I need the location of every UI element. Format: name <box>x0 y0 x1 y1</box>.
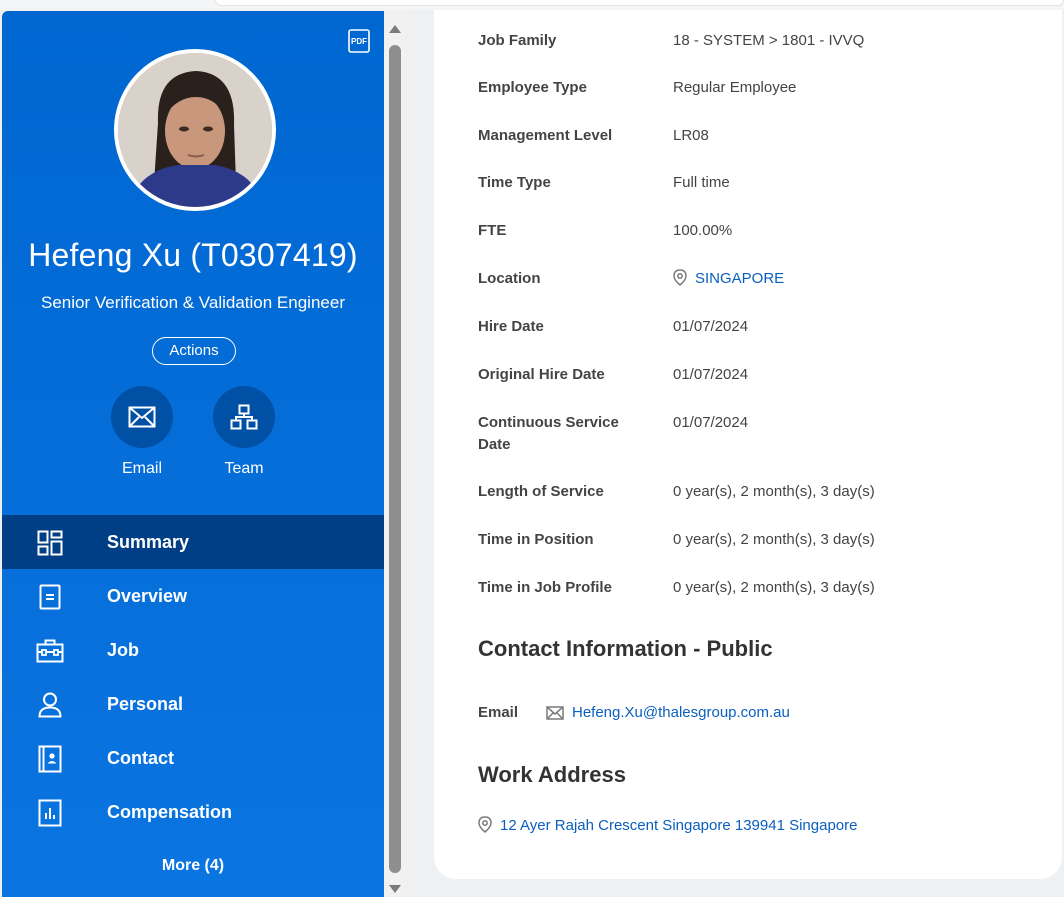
detail-value: 01/07/2024 <box>673 318 749 335</box>
map-pin-icon <box>673 269 687 286</box>
detail-label: Location <box>478 270 541 287</box>
email-label: Email <box>121 460 162 477</box>
detail-label: Length of Service <box>478 483 604 500</box>
contact-info-heading: Contact Information - Public <box>478 636 773 661</box>
nav-item-overview[interactable]: Overview <box>2 569 384 623</box>
nav-label-overview: Overview <box>107 586 188 606</box>
detail-value: 0 year(s), 2 month(s), 3 day(s) <box>673 483 875 500</box>
email-quick-action[interactable]: Email <box>102 386 182 478</box>
detail-label: Continuous Service Date <box>478 414 619 453</box>
detail-label: Hire Date <box>478 318 544 335</box>
map-pin-icon <box>478 816 492 833</box>
team-label: Team <box>224 460 264 477</box>
envelope-icon <box>128 406 156 428</box>
nav-item-summary[interactable]: Summary <box>2 515 384 569</box>
detail-label: Time in Position <box>478 531 594 548</box>
bar-chart-icon <box>36 799 64 827</box>
nav-label-contact: Contact <box>107 748 174 768</box>
location-link[interactable]: SINGAPORE <box>695 270 784 287</box>
detail-value: Full time <box>673 174 730 191</box>
email-circle-button[interactable] <box>111 386 173 448</box>
detail-label: FTE <box>478 222 507 239</box>
detail-value: 01/07/2024 <box>673 414 749 431</box>
pdf-icon[interactable]: PDF <box>348 29 370 53</box>
job-details-card: Job Family 18 - SYSTEM > 1801 - IVVQ Emp… <box>434 10 1062 879</box>
briefcase-icon <box>36 637 64 665</box>
work-address-heading: Work Address <box>478 762 626 787</box>
dashboard-icon <box>36 529 64 557</box>
detail-value: 01/07/2024 <box>673 366 749 383</box>
email-link[interactable]: Hefeng.Xu@thalesgroup.com.au <box>572 704 790 721</box>
nav-label-job: Job <box>107 640 140 660</box>
detail-label: Employee Type <box>478 79 587 96</box>
top-bar <box>215 0 1064 6</box>
browser-top-strip <box>0 0 1064 10</box>
nav-label-compensation: Compensation <box>107 802 233 822</box>
detail-label: Management Level <box>478 127 613 144</box>
nav-item-compensation[interactable]: Compensation <box>2 785 384 839</box>
job-title: Senior Verification & Validation Enginee… <box>41 293 345 312</box>
scroll-up-arrow[interactable] <box>389 25 401 33</box>
detail-label: Time in Job Profile <box>478 579 612 596</box>
detail-value: 0 year(s), 2 month(s), 3 day(s) <box>673 531 875 548</box>
actions-button[interactable]: Actions <box>152 337 236 365</box>
nav-item-job[interactable]: Job <box>2 623 384 677</box>
scroll-thumb[interactable] <box>389 45 401 873</box>
detail-label: Original Hire Date <box>478 366 605 383</box>
org-chart-icon <box>230 404 258 430</box>
team-quick-action[interactable]: Team <box>204 386 284 478</box>
more-button[interactable]: More (4) <box>2 857 384 875</box>
profile-sidebar: PDF Hefeng Xu (T0307419) Senior Verifica… <box>2 11 384 897</box>
work-address-row: 12 Ayer Rajah Crescent Singapore 139941 … <box>478 816 857 834</box>
detail-label: Time Type <box>478 174 551 191</box>
avatar[interactable] <box>114 49 276 211</box>
nav-label-summary: Summary <box>107 532 190 552</box>
detail-value: Regular Employee <box>673 79 797 96</box>
contact-card-icon <box>36 745 64 773</box>
contact-email-value: Hefeng.Xu@thalesgroup.com.au <box>546 704 790 721</box>
nav-item-contact[interactable]: Contact <box>2 731 384 785</box>
detail-value: 18 - SYSTEM > 1801 - IVVQ <box>673 32 865 49</box>
envelope-icon <box>546 706 564 720</box>
person-icon <box>36 691 64 719</box>
vertical-scrollbar[interactable] <box>384 11 406 897</box>
nav-label-personal: Personal <box>107 694 184 714</box>
nav-item-personal[interactable]: Personal <box>2 677 384 731</box>
profile-nav: Summary Overview Job Personal Contact Co… <box>2 515 384 839</box>
employee-name: Hefeng Xu (T0307419) <box>28 237 358 273</box>
team-circle-button[interactable] <box>213 386 275 448</box>
detail-label: Job Family <box>478 32 557 49</box>
document-icon <box>36 583 64 611</box>
detail-value: LR08 <box>673 127 709 144</box>
detail-value: 0 year(s), 2 month(s), 3 day(s) <box>673 579 875 596</box>
location-link-wrapper: SINGAPORE <box>673 268 784 290</box>
contact-email-label: Email <box>478 704 519 721</box>
work-address-link[interactable]: 12 Ayer Rajah Crescent Singapore 139941 … <box>500 817 857 834</box>
scroll-down-arrow[interactable] <box>389 885 401 893</box>
detail-value: 100.00% <box>673 222 733 239</box>
profile-photo <box>118 53 272 207</box>
svg-text:PDF: PDF <box>351 37 367 46</box>
